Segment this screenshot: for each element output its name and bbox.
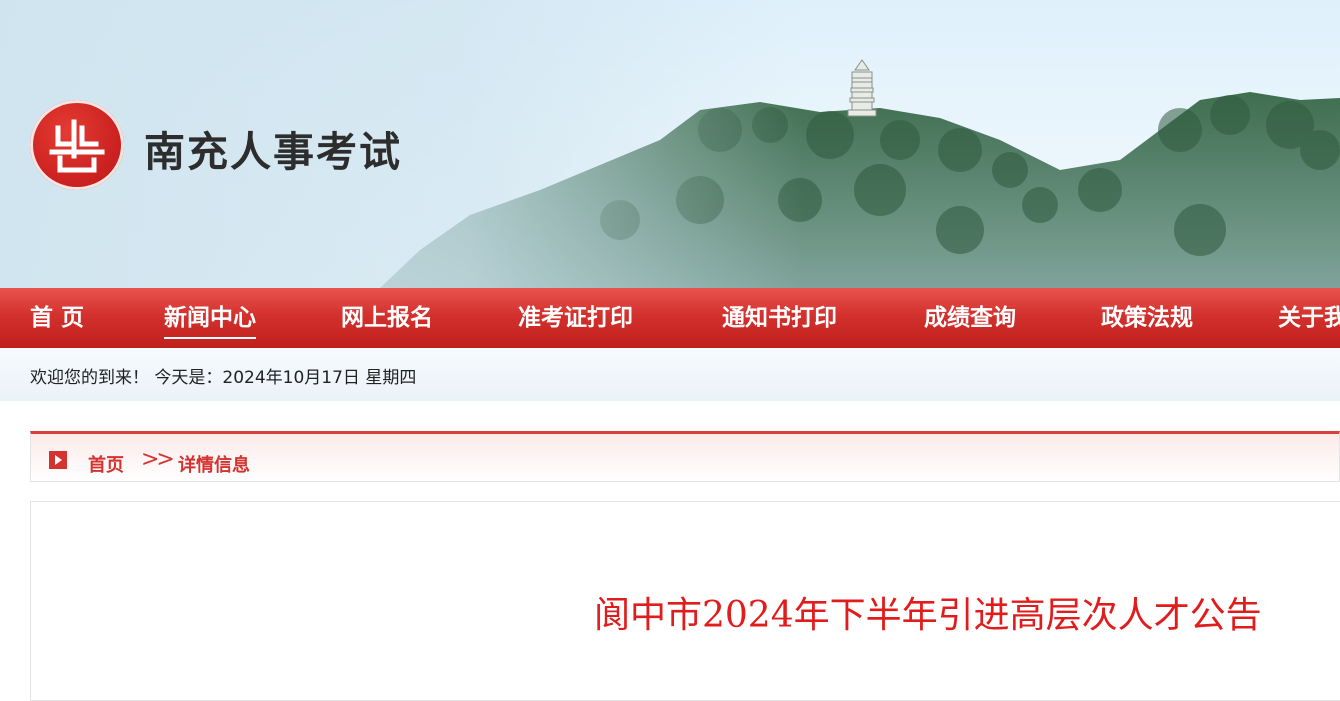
- nav-item-news[interactable]: 新闻中心: [164, 288, 256, 348]
- nav-item-admission-ticket[interactable]: 准考证打印: [518, 288, 633, 348]
- nav-item-registration[interactable]: 网上报名: [341, 288, 433, 348]
- main-nav: 首 页 新闻中心 网上报名 准考证打印 通知书打印 成绩查询 政策法规 关于我们: [0, 288, 1340, 348]
- breadcrumb-home-link[interactable]: 首页: [88, 451, 124, 477]
- logo-seal-icon: [30, 100, 124, 190]
- article-title: 阆中市2024年下半年引进高层次人才公告: [594, 595, 1262, 636]
- play-arrow-icon: [49, 451, 67, 469]
- welcome-text: 欢迎您的到来！ 今天是：2024年10月17日 星期四: [30, 368, 417, 388]
- nav-item-notice-print[interactable]: 通知书打印: [722, 288, 837, 348]
- nav-item-home[interactable]: 首 页: [30, 288, 84, 348]
- breadcrumb-current: 详情信息: [178, 455, 250, 476]
- header-banner: 南充人事考试: [0, 0, 1340, 288]
- double-chevron-right-icon: >>: [141, 447, 175, 472]
- breadcrumb: 首页 >> 详情信息: [30, 431, 1340, 482]
- nav-item-about[interactable]: 关于我们: [1278, 288, 1340, 348]
- site-title[interactable]: 南充人事考试: [144, 118, 402, 178]
- nav-item-policy[interactable]: 政策法规: [1101, 288, 1193, 348]
- welcome-bar: 欢迎您的到来！ 今天是：2024年10月17日 星期四: [0, 348, 1340, 401]
- nav-item-score-query[interactable]: 成绩查询: [924, 288, 1016, 348]
